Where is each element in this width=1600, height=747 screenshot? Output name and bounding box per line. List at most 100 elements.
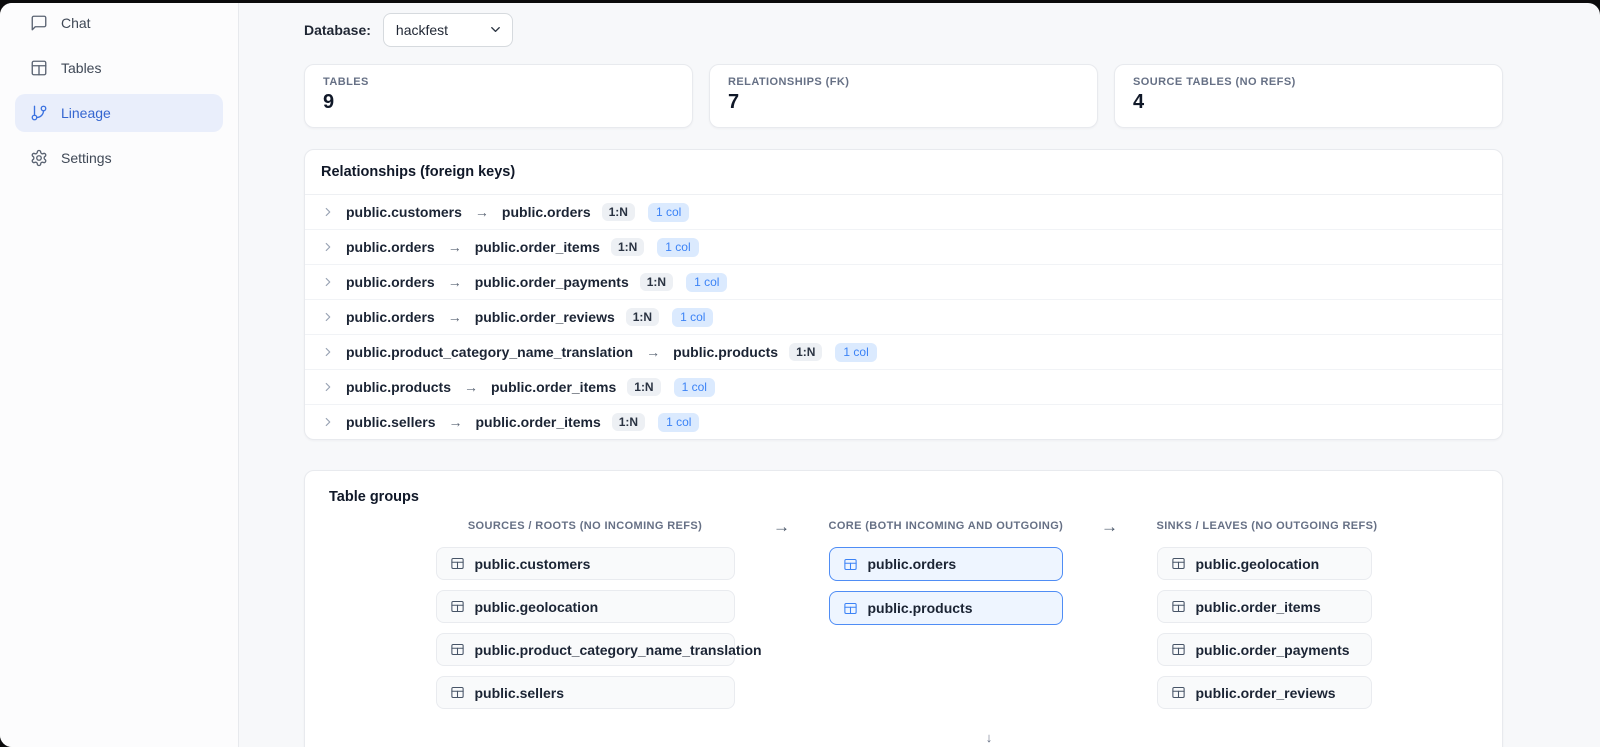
table-grid-icon xyxy=(1171,599,1186,614)
arrow-right-icon: → xyxy=(447,309,462,325)
cardinality-badge: 1:N xyxy=(627,378,661,396)
table-groups-row: SOURCES / ROOTS (NO INCOMING REFS) publi… xyxy=(329,517,1478,719)
stat-card-tables: TABLES 9 xyxy=(304,64,693,128)
relationship-row[interactable]: public.customers → public.orders 1:N 1 c… xyxy=(305,195,1502,230)
table-grid-icon xyxy=(450,685,465,700)
chevron-right-icon[interactable] xyxy=(321,240,335,254)
table-chip[interactable]: public.geolocation xyxy=(435,590,735,623)
cardinality-badge: 1:N xyxy=(625,308,660,326)
relationships-panel: Relationships (foreign keys) public.cust… xyxy=(304,149,1503,440)
sidebar-item-chat[interactable]: Chat xyxy=(15,4,223,42)
column-count-badge: 1 col xyxy=(657,237,699,257)
relationship-row[interactable]: public.product_category_name_translation… xyxy=(305,335,1502,370)
group-core: CORE (BOTH INCOMING AND OUTGOING) public… xyxy=(828,520,1064,635)
relationships-list: public.customers → public.orders 1:N 1 c… xyxy=(305,195,1502,439)
relationship-row[interactable]: public.orders → public.order_items 1:N 1… xyxy=(305,230,1502,265)
table-chip-label: public.products xyxy=(867,600,973,616)
group-core-header: CORE (BOTH INCOMING AND OUTGOING) xyxy=(828,520,1064,532)
arrow-right-icon: → xyxy=(448,414,463,430)
cardinality-badge: 1:N xyxy=(789,343,823,361)
chevron-right-icon[interactable] xyxy=(321,310,335,324)
column-count-badge: 1 col xyxy=(673,377,715,397)
chevron-right-icon[interactable] xyxy=(321,380,335,394)
table-chip-core[interactable]: public.orders xyxy=(828,547,1063,581)
stat-card-label: SOURCE TABLES (NO REFS) xyxy=(1133,76,1296,88)
database-selector-row: Database: hackfest xyxy=(304,13,1503,47)
stat-cards: TABLES 9 RELATIONSHIPS (FK) 7 SOURCE TAB… xyxy=(304,64,1503,128)
cardinality-badge: 1:N xyxy=(601,203,635,221)
cardinality-badge: 1:N xyxy=(611,413,646,431)
stat-card-label: RELATIONSHIPS (FK) xyxy=(728,76,850,88)
database-label: Database: xyxy=(304,22,371,38)
sidebar-item-lineage[interactable]: Lineage xyxy=(15,94,223,132)
stat-card-source tables (no refs): SOURCE TABLES (NO REFS) 4 xyxy=(1114,64,1503,128)
sidebar-item-label: Settings xyxy=(61,150,112,166)
table-chip-label: public.geolocation xyxy=(1195,555,1320,572)
sidebar-item-label: Lineage xyxy=(61,105,111,121)
relationships-panel-header: Relationships (foreign keys) xyxy=(305,150,1502,195)
relationship-target-table: public.order_items xyxy=(475,414,601,430)
table-chip[interactable]: public.customers xyxy=(435,547,735,580)
group-sinks-header: SINKS / LEAVES (NO OUTGOING REFS) xyxy=(1156,520,1378,532)
relationship-row[interactable]: public.orders → public.order_payments 1:… xyxy=(305,265,1502,300)
arrow-right-icon: → xyxy=(447,274,462,290)
table-chip-label: public.order_reviews xyxy=(1195,684,1336,701)
table-chip-core[interactable]: public.products xyxy=(828,591,1063,625)
chat-icon xyxy=(30,14,48,32)
tables-icon xyxy=(30,59,48,77)
arrow-right-icon: → xyxy=(464,379,478,395)
relationship-target-table: public.order_items xyxy=(474,239,600,255)
relationship-source-table: public.orders xyxy=(346,239,435,255)
table-chip[interactable]: public.geolocation xyxy=(1156,547,1372,580)
group-flow-arrow: → xyxy=(1101,517,1118,536)
sidebar-item-settings[interactable]: Settings xyxy=(15,139,223,177)
relationship-row[interactable]: public.sellers → public.order_items 1:N … xyxy=(305,405,1502,439)
settings-icon xyxy=(30,149,48,167)
arrow-down-icon: ↓ xyxy=(985,730,993,745)
group-sources-header: SOURCES / ROOTS (NO INCOMING REFS) xyxy=(467,520,703,532)
table-chip-label: public.customers xyxy=(474,555,591,572)
table-grid-icon xyxy=(1171,685,1186,700)
group-sources: SOURCES / ROOTS (NO INCOMING REFS) publi… xyxy=(435,520,762,719)
cardinality-badge: 1:N xyxy=(639,273,674,291)
sidebar: Chat Tables Lineage Settings xyxy=(0,3,239,747)
sidebar-item-tables[interactable]: Tables xyxy=(15,49,223,87)
stat-card-value: 7 xyxy=(728,91,740,113)
table-grid-icon xyxy=(843,601,858,616)
table-chip-label: public.order_payments xyxy=(1195,641,1350,658)
table-chip-label: public.sellers xyxy=(474,684,564,701)
table-chip[interactable]: public.order_reviews xyxy=(1156,676,1372,709)
table-grid-icon xyxy=(450,599,465,614)
chevron-right-icon[interactable] xyxy=(321,205,335,219)
sidebar-item-label: Tables xyxy=(61,60,102,76)
table-chip[interactable]: public.order_payments xyxy=(1156,633,1372,666)
arrow-right-icon: → xyxy=(646,344,661,360)
table-chip[interactable]: public.order_items xyxy=(1156,590,1372,623)
table-chip-label: public.order_items xyxy=(1195,598,1321,615)
chevron-right-icon[interactable] xyxy=(321,415,335,429)
database-select[interactable]: hackfest xyxy=(382,13,513,47)
relationship-row[interactable]: public.products → public.order_items 1:N… xyxy=(305,370,1502,405)
column-count-badge: 1 col xyxy=(835,342,877,362)
table-groups-title: Table groups xyxy=(329,489,419,505)
table-chip-label: public.geolocation xyxy=(474,598,599,615)
table-chip[interactable]: public.product_category_name_translation xyxy=(435,633,762,666)
relationship-row[interactable]: public.orders → public.order_reviews 1:N… xyxy=(305,300,1502,335)
relationship-target-table: public.order_items xyxy=(491,379,617,395)
table-grid-icon xyxy=(450,642,465,657)
chevron-right-icon[interactable] xyxy=(321,345,335,359)
app-window: Chat Tables Lineage Settings Database: h… xyxy=(0,3,1600,747)
column-count-badge: 1 col xyxy=(672,307,714,327)
stat-card-value: 4 xyxy=(1133,91,1145,113)
table-chip[interactable]: public.sellers xyxy=(435,676,735,709)
main-content: Database: hackfest TABLES 9 RELATIONSHIP… xyxy=(239,3,1600,747)
group-flow-arrow: → xyxy=(773,517,790,536)
relationship-target-table: public.orders xyxy=(501,204,591,220)
table-grid-icon xyxy=(1171,556,1186,571)
table-groups-panel: Table groups SOURCES / ROOTS (NO INCOMIN… xyxy=(304,470,1503,747)
table-grid-icon xyxy=(450,556,465,571)
column-count-badge: 1 col xyxy=(686,272,728,292)
chevron-right-icon[interactable] xyxy=(321,275,335,289)
relationship-target-table: public.products xyxy=(673,344,779,360)
relationship-source-table: public.customers xyxy=(346,204,462,220)
